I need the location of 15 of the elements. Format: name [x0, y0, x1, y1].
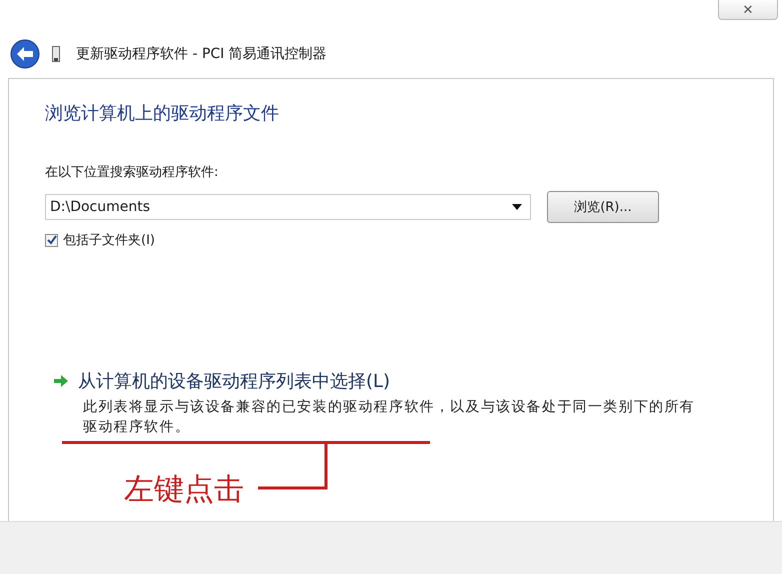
page-heading: 浏览计算机上的驱动程序文件 [45, 102, 280, 125]
option-description: 此列表将显示与该设备兼容的已安装的驱动程序软件，以及与该设备处于同一类别下的所有驱动程序软件。 [83, 398, 695, 437]
browse-button[interactable]: 浏览(R)... [547, 191, 659, 223]
arrow-icon [53, 374, 69, 388]
option-link[interactable]: 从计算机的设备驱动程序列表中选择(L) [78, 369, 390, 393]
location-combobox[interactable]: D:\Documents [45, 194, 531, 220]
checkbox[interactable] [45, 234, 58, 246]
search-label: 在以下位置搜索驱动程序软件: [45, 164, 220, 181]
annotation-text: 左键点击 [124, 471, 244, 509]
dropdown-arrow-icon[interactable] [512, 204, 522, 210]
window-title: 更新驱动程序软件 - PCI 简易通讯控制器 [76, 45, 327, 63]
device-icon [52, 46, 60, 62]
close-button[interactable]: ✕ [718, 0, 778, 20]
checkbox-label: 包括子文件夹(I) [63, 232, 155, 249]
back-icon[interactable] [10, 39, 40, 69]
